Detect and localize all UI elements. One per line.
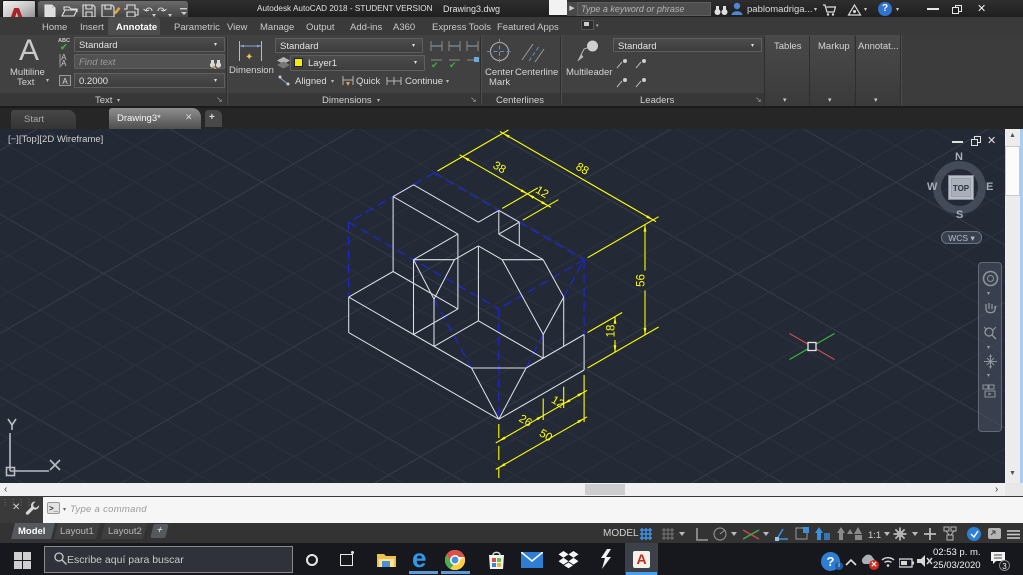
svg-text:1:1: 1:1 [868,530,881,541]
svg-text:26: 26 [517,413,534,430]
svg-text:✔: ✔ [431,60,439,69]
svg-text:✔: ✔ [449,60,457,69]
svg-text:18: 18 [606,325,618,338]
svg-text:56: 56 [636,274,648,287]
svg-text:✦: ✦ [245,52,253,63]
svg-text:50: 50 [537,428,554,445]
